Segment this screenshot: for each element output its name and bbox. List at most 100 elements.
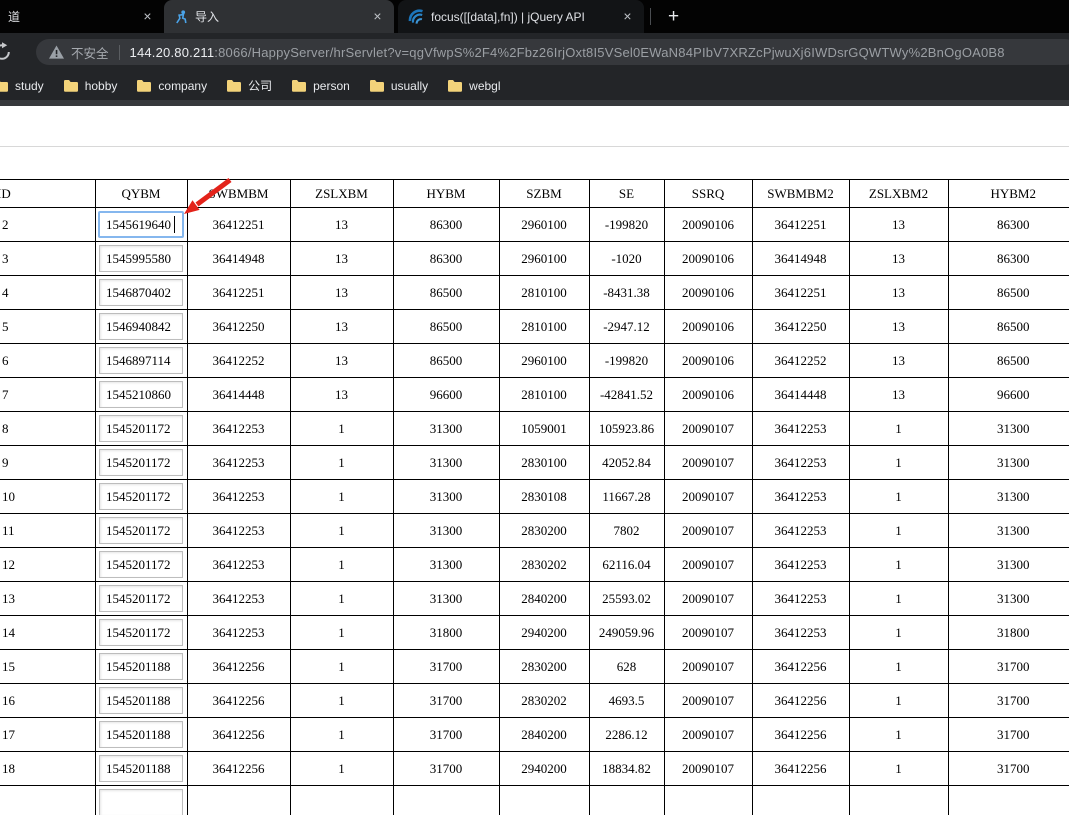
cell-qybm [95,276,187,310]
qybm-input[interactable] [99,483,183,510]
cell-swbmbm2: 36412253 [752,582,849,616]
cell-zslxbm2: 1 [849,650,948,684]
cell-ssrq: 20090107 [664,480,752,514]
cell-zslxbm: 13 [290,242,393,276]
cell-id: 16 [0,684,95,718]
cell-hybm2: 31300 [948,514,1069,548]
col-header-ssrq: SSRQ [664,180,752,208]
table-row: 23641225113863002960100-1998202009010636… [0,208,1069,242]
cell-se: 7802 [589,514,664,548]
cell-zslxbm2: 1 [849,718,948,752]
qybm-input[interactable] [99,381,183,408]
qybm-input[interactable] [99,517,183,544]
bookmark-item-usually[interactable]: usually [369,79,428,93]
cell-swbmbm: 36412256 [187,718,290,752]
qybm-input[interactable] [99,585,183,612]
bookmark-item-company[interactable]: company [136,79,207,93]
bookmark-item-hobby[interactable]: hobby [63,79,118,93]
close-icon[interactable]: × [369,8,386,25]
col-header-hybm2: HYBM2 [948,180,1069,208]
cell-se: 249059.96 [589,616,664,650]
cell-hybm: 86300 [393,208,499,242]
qybm-input[interactable] [99,619,183,646]
bookmark-label: hobby [85,79,118,93]
table-row: 1236412253131300283020262116.04200901073… [0,548,1069,582]
cell-szbm: 2940200 [499,616,589,650]
cell-se: -8431.38 [589,276,664,310]
cell-qybm [95,786,187,815]
cell-se: 18834.82 [589,752,664,786]
url-divider [119,45,120,60]
cell-qybm [95,548,187,582]
cell-qybm [95,446,187,480]
cell-qybm [95,480,187,514]
new-tab-button[interactable]: + [660,7,687,26]
col-header-id: ID [0,180,95,208]
cell-hybm: 31300 [393,412,499,446]
cell-hybm2: 31800 [948,616,1069,650]
reload-icon[interactable] [0,42,12,62]
qybm-input[interactable] [99,313,183,340]
jquery-icon [408,9,424,25]
cell-hybm2: 86500 [948,310,1069,344]
page-content: ID QYBM SWBMBM ZSLXBM HYBM SZBM SE SSRQ … [0,106,1069,815]
qybm-input[interactable] [99,789,183,815]
address-bar[interactable]: 不安全 144.20.80.211 :8066/HappyServer/hrSe… [36,39,1069,65]
cell-hybm2: 31700 [948,752,1069,786]
cell-hybm: 31800 [393,616,499,650]
cell-szbm: 2810100 [499,378,589,412]
cell-qybm [95,378,187,412]
qybm-input[interactable] [99,415,183,442]
bookmark-label: webgl [469,79,500,93]
security-badge[interactable]: 不安全 [49,43,109,62]
close-icon[interactable]: × [619,8,636,25]
qybm-input[interactable] [99,755,183,782]
tab-jquery-api[interactable]: focus([[data],fn]) | jQuery API × [398,0,644,33]
cell-hybm2: 86500 [948,344,1069,378]
col-header-zslxbm: ZSLXBM [290,180,393,208]
cell-id: 8 [0,412,95,446]
cell-zslxbm2: 13 [849,378,948,412]
qybm-input-focused[interactable] [98,211,184,238]
cell-swbmbm2 [752,786,849,815]
qybm-input[interactable] [99,245,183,272]
bookmarks-bar: study hobby company 公司 person usually webgl [0,71,1069,100]
cell-ssrq: 20090106 [664,242,752,276]
bookmark-item-webgl[interactable]: webgl [447,79,500,93]
qybm-input[interactable] [99,653,183,680]
bookmark-item-公司[interactable]: 公司 [226,77,272,94]
bookmark-item-person[interactable]: person [291,79,350,93]
cell-ssrq: 20090106 [664,208,752,242]
cell-zslxbm2: 13 [849,208,948,242]
cell-qybm [95,412,187,446]
bookmark-item-study[interactable]: study [0,79,44,93]
qybm-input[interactable] [99,347,183,374]
tab-channel[interactable]: 道 × [0,0,164,33]
qybm-input[interactable] [99,279,183,306]
qybm-input[interactable] [99,687,183,714]
cell-hybm: 86500 [393,310,499,344]
table-row: 1336412253131300284020025593.02200901073… [0,582,1069,616]
cell-se: -42841.52 [589,378,664,412]
close-icon[interactable]: × [139,8,156,25]
cell-id: 14 [0,616,95,650]
cell-szbm: 2960100 [499,344,589,378]
cell-zslxbm2: 1 [849,582,948,616]
cell-se: 105923.86 [589,412,664,446]
table-row: 163641225613170028302024693.520090107364… [0,684,1069,718]
qybm-input[interactable] [99,551,183,578]
cell-hybm [393,786,499,815]
cell-se: -199820 [589,208,664,242]
cell-zslxbm2 [849,786,948,815]
cell-szbm: 2830108 [499,480,589,514]
cell-swbmbm2: 36412250 [752,310,849,344]
qybm-input[interactable] [99,449,183,476]
cell-szbm: 1059001 [499,412,589,446]
cell-hybm: 31300 [393,582,499,616]
cell-qybm [95,616,187,650]
table-row: 63641225213865002960100-1998202009010636… [0,344,1069,378]
cell-id: 3 [0,242,95,276]
qybm-input[interactable] [99,721,183,748]
table-row: 173641225613170028402002286.122009010736… [0,718,1069,752]
tab-import-active[interactable]: 导入 × [164,0,394,33]
